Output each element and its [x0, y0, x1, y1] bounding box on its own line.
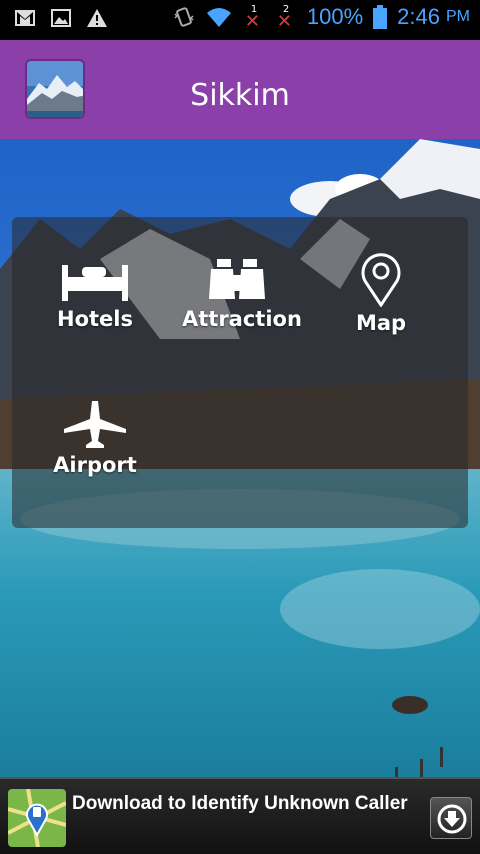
bed-icon — [62, 265, 128, 301]
battery-icon — [373, 5, 388, 29]
sim1-no-signal-icon: 1 ✕ — [244, 4, 260, 31]
category-menu-panel: Hotels Attraction Map Airport — [12, 217, 468, 528]
page-title: Sikkim — [190, 78, 290, 113]
map-pin-icon — [361, 253, 401, 307]
ad-text: Download to Identify Unknown Caller — [72, 793, 408, 814]
caller-map-icon — [8, 789, 66, 847]
hotels-label: Hotels — [57, 307, 133, 331]
ad-download-button[interactable] — [430, 797, 472, 839]
battery-percent: 100% — [306, 4, 364, 29]
clock: 2:46 — [397, 4, 440, 29]
wifi-icon — [206, 8, 231, 27]
status-bar: 1 ✕ 2 ✕ 100% 2:46 PM — [0, 0, 480, 40]
app-header: Sikkim — [0, 40, 480, 139]
map-button[interactable]: Map — [326, 251, 436, 341]
attraction-button[interactable]: Attraction — [182, 257, 302, 347]
binoculars-icon — [209, 259, 265, 299]
attraction-label: Attraction — [182, 307, 302, 331]
gmail-icon — [15, 10, 35, 26]
map-label: Map — [355, 311, 407, 335]
warning-icon — [87, 9, 107, 27]
vibrate-icon — [174, 7, 194, 27]
clock-ampm: PM — [446, 8, 470, 25]
airport-button[interactable]: Airport — [40, 399, 150, 489]
ad-banner[interactable]: Download to Identify Unknown Caller — [0, 777, 480, 854]
sim2-no-signal-icon: 2 ✕ — [276, 4, 292, 31]
airport-label: Airport — [53, 453, 137, 477]
airplane-icon — [64, 401, 126, 448]
download-icon — [437, 804, 467, 834]
hotels-button[interactable]: Hotels — [40, 257, 150, 347]
image-icon — [51, 9, 71, 27]
